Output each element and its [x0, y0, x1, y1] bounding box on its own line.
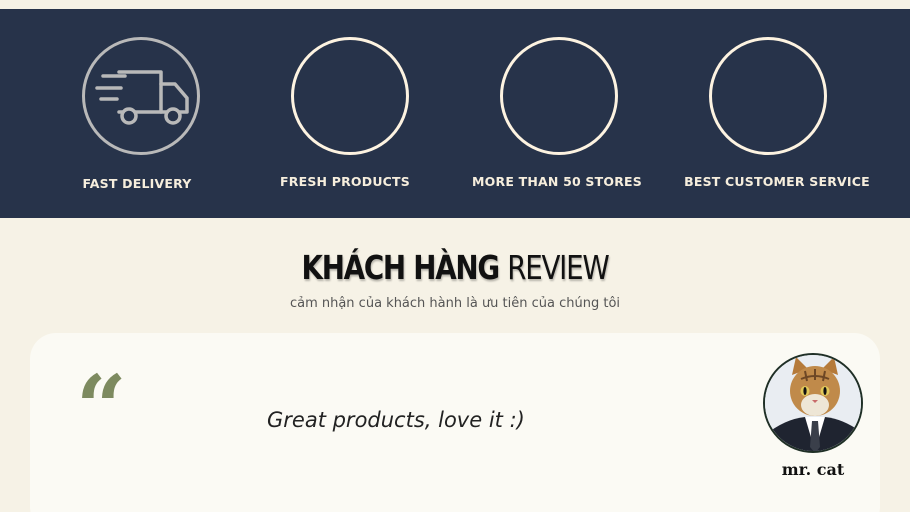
feature-label: FAST DELIVERY [82, 176, 192, 191]
review-heading-bold: KHÁCH HÀNG [301, 248, 500, 287]
review-heading: KHÁCH HÀNG REVIEW [73, 248, 837, 287]
feature-label: FRESH PRODUCTS [280, 174, 410, 189]
feature-label: BEST CUSTOMER SERVICE [684, 174, 870, 189]
truck-graphic [95, 70, 189, 125]
quote-icon: “ [76, 355, 127, 459]
empty-circle-icon [709, 37, 827, 155]
review-card: “ Great products, love it :) mr. cat [30, 333, 880, 512]
feature-label: MORE THAN 50 STORES [472, 174, 642, 189]
reviewer-name: mr. cat [781, 460, 845, 479]
review-subtitle: cảm nhận của khách hành là ưu tiên của c… [289, 296, 621, 311]
avatar [763, 353, 863, 453]
top-strip [0, 0, 910, 9]
features-band: FAST DELIVERY FRESH PRODUCTS MORE THAN 5… [0, 9, 910, 218]
cat-in-suit-avatar-icon [765, 355, 861, 451]
empty-circle-icon [500, 37, 618, 155]
empty-circle-icon [291, 37, 409, 155]
review-text: Great products, love it :) [267, 408, 525, 432]
delivery-truck-icon [82, 37, 200, 155]
review-heading-light: REVIEW [507, 248, 610, 287]
